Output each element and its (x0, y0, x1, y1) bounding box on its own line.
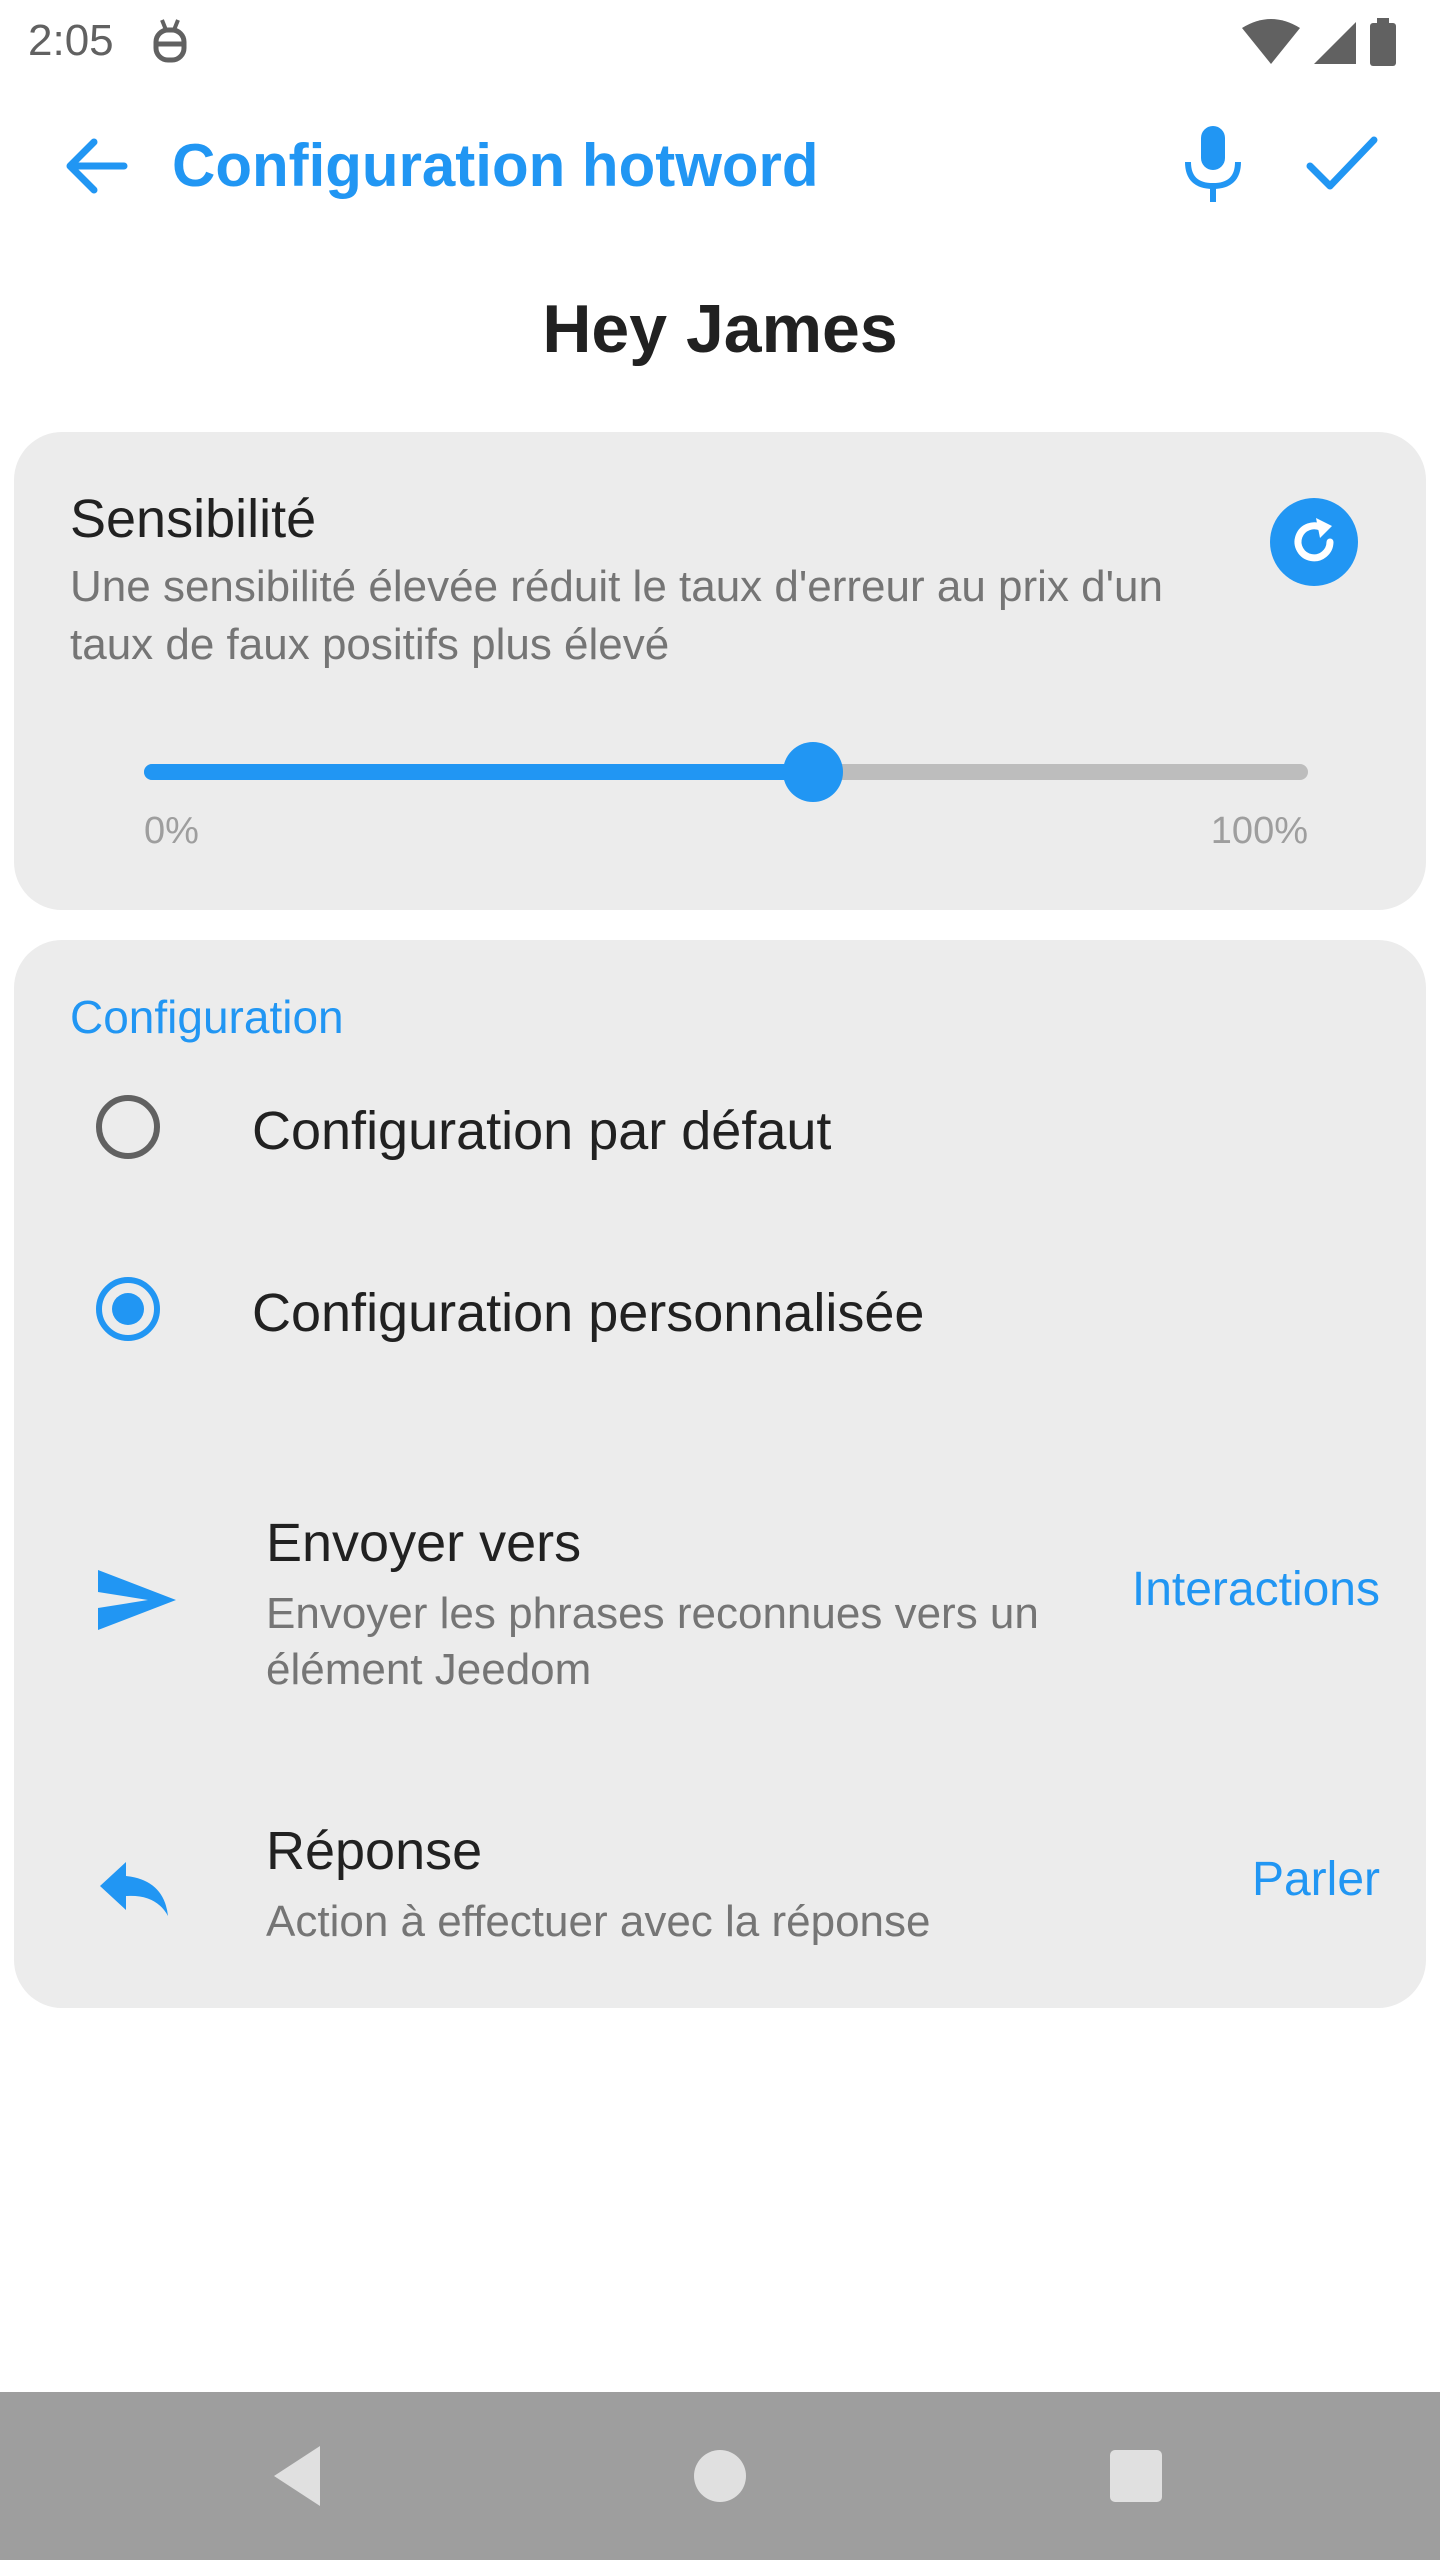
battery-icon (1368, 18, 1398, 68)
back-arrow-icon[interactable] (60, 130, 132, 202)
response-value[interactable]: Parler (1252, 1852, 1380, 1907)
radio-label-custom: Configuration personnalisée (252, 1283, 925, 1343)
nav-back-icon[interactable] (262, 2436, 342, 2516)
slider-fill (144, 764, 814, 780)
slider-max-label: 100% (1210, 810, 1308, 852)
check-icon[interactable] (1302, 128, 1382, 200)
notification-icon (150, 16, 190, 66)
radio-default-config[interactable]: Configuration par défaut (14, 1062, 1426, 1192)
send-to-description: Envoyer les phrases reconnues vers un él… (266, 1589, 1039, 1694)
response-description: Action à effectuer avec la réponse (266, 1897, 931, 1946)
send-icon (96, 1558, 180, 1642)
configuration-header: Configuration (70, 991, 344, 1043)
send-to-row[interactable]: Envoyer vers Envoyer les phrases reconnu… (14, 1512, 1426, 1752)
sensitivity-card: Sensibilité Une sensibilité élevée rédui… (14, 432, 1426, 910)
sensitivity-description: Une sensibilité élevée réduit le taux d'… (70, 562, 1163, 669)
send-to-value[interactable]: Interactions (1132, 1562, 1380, 1617)
slider-thumb[interactable] (783, 742, 844, 802)
radio-button-default[interactable] (96, 1095, 160, 1159)
signal-icon (1310, 18, 1358, 68)
microphone-icon[interactable] (1178, 124, 1248, 204)
wifi-icon (1242, 18, 1300, 68)
status-bar: 2:05 (0, 0, 1440, 84)
slider-min-label: 0% (144, 810, 199, 852)
nav-home-icon[interactable] (680, 2436, 760, 2516)
radio-button-custom[interactable] (96, 1277, 160, 1341)
refresh-icon (1294, 518, 1334, 562)
page-title: Configuration hotword (172, 132, 819, 199)
navigation-bar (0, 2392, 1440, 2560)
toolbar: Configuration hotword (0, 84, 1440, 244)
refresh-button[interactable] (1270, 498, 1358, 586)
response-row[interactable]: Réponse Action à effectuer avec la répon… (14, 1820, 1426, 1950)
nav-recents-icon[interactable] (1096, 2436, 1176, 2516)
status-time: 2:05 (28, 16, 114, 65)
configuration-card: Configuration Configuration par défaut C… (14, 940, 1426, 2008)
send-to-title: Envoyer vers (266, 1513, 582, 1573)
reply-icon (96, 1846, 180, 1930)
radio-label-default: Configuration par défaut (252, 1101, 832, 1161)
sensitivity-slider[interactable] (144, 742, 1308, 802)
hotword-name: Hey James (542, 291, 898, 367)
radio-custom-config[interactable]: Configuration personnalisée (14, 1244, 1426, 1374)
sensitivity-title: Sensibilité (70, 489, 317, 549)
response-title: Réponse (266, 1821, 483, 1881)
